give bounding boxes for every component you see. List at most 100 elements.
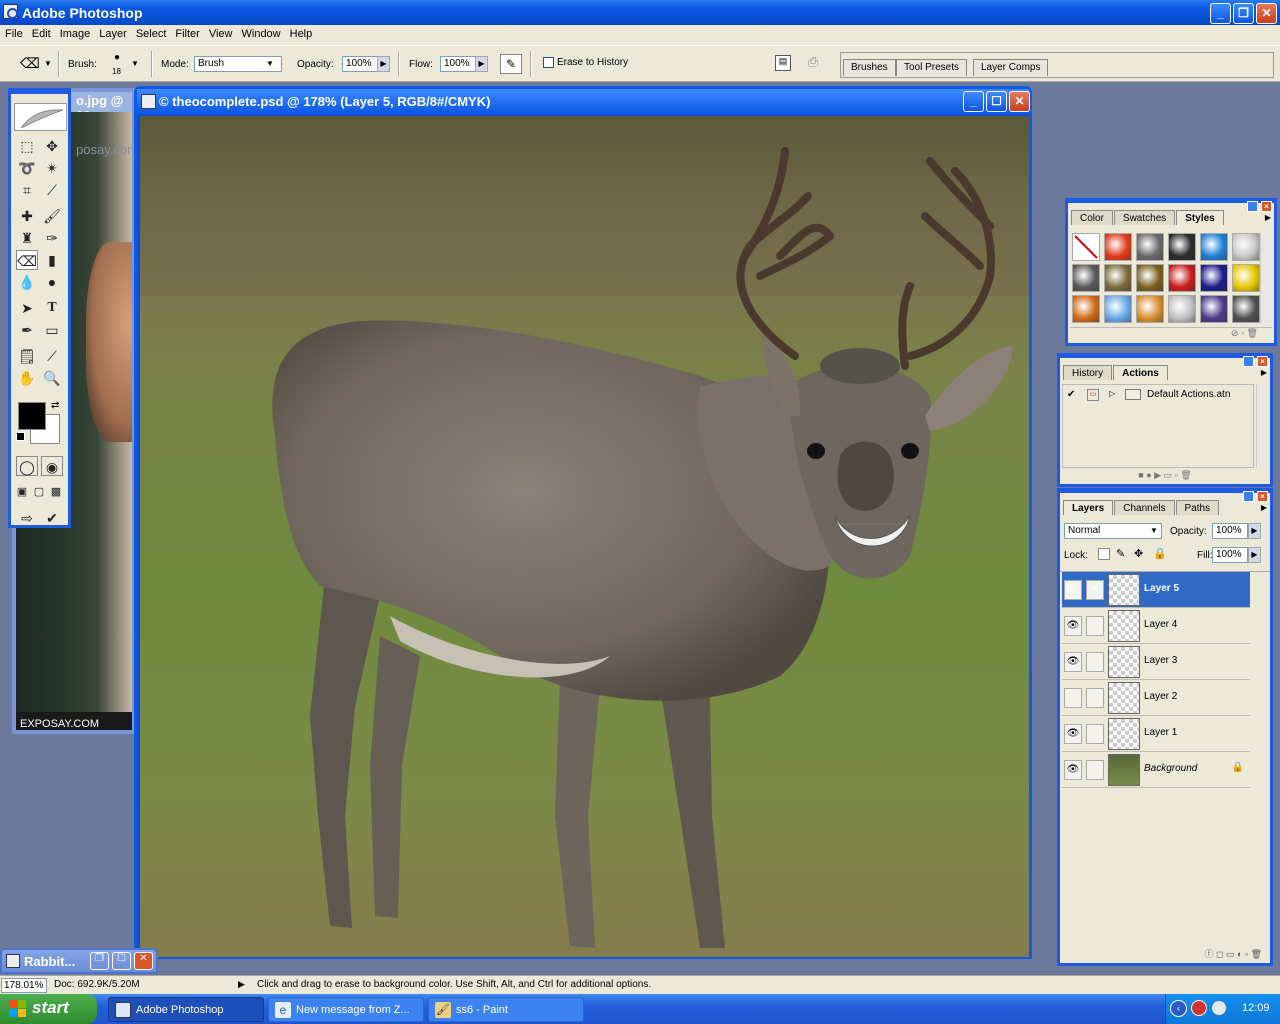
edit-in-imageready-icon[interactable]: ✔: [41, 508, 63, 528]
actions-panel-minimize-button[interactable]: [1243, 356, 1254, 367]
style-preset-cell[interactable]: [1104, 264, 1132, 292]
style-preset-cell[interactable]: [1168, 264, 1196, 292]
menu-filter[interactable]: Filter: [170, 25, 203, 40]
layer-link-brush-icon[interactable]: ✎: [1086, 580, 1104, 600]
tab-swatches[interactable]: Swatches: [1113, 210, 1176, 225]
doc-minimize-button[interactable]: _: [963, 91, 984, 112]
layers-panel-minimize-button[interactable]: [1243, 491, 1254, 502]
style-preset-cell[interactable]: [1072, 295, 1100, 323]
clock[interactable]: 12:09: [1242, 1002, 1270, 1014]
task-new-message[interactable]: e New message from Z...: [268, 997, 424, 1022]
dodge-tool-icon[interactable]: ●: [41, 272, 63, 292]
doc-maximize-button[interactable]: ☐: [986, 91, 1007, 112]
preset-dropdown-arrow-icon[interactable]: ▼: [44, 59, 52, 68]
menu-edit[interactable]: Edit: [27, 25, 55, 40]
style-preset-cell[interactable]: [1136, 264, 1164, 292]
opacity-input[interactable]: 100%: [342, 56, 378, 72]
styles-panel-minimize-button[interactable]: [1247, 201, 1258, 212]
foreground-color-swatch[interactable]: [18, 402, 46, 430]
layer-row[interactable]: 👁 Layer 4: [1062, 608, 1250, 644]
blend-mode-dropdown-icon[interactable]: ▼: [1150, 526, 1158, 535]
layer-row[interactable]: 👁 Layer 1: [1062, 716, 1250, 752]
clone-stamp-icon[interactable]: ♜: [16, 228, 38, 248]
minimized-document[interactable]: Rabbit... ❐ ☐ ✕: [0, 948, 158, 974]
airbrush-icon[interactable]: ✎: [500, 54, 522, 74]
tab-actions[interactable]: Actions: [1113, 365, 1168, 380]
palette-tab-layer-comps[interactable]: Layer Comps: [973, 59, 1049, 76]
app-close-button[interactable]: ✕: [1256, 3, 1277, 24]
action-check-icon[interactable]: ✔: [1067, 389, 1075, 400]
palette-tab-brushes[interactable]: Brushes: [843, 59, 896, 76]
style-preset-cell[interactable]: [1200, 233, 1228, 261]
layer-link-brush-icon[interactable]: [1086, 616, 1104, 636]
tab-history[interactable]: History: [1063, 365, 1113, 380]
task-adobe-photoshop[interactable]: Adobe Photoshop: [108, 997, 264, 1022]
action-set-name[interactable]: Default Actions.atn: [1147, 389, 1230, 400]
screen-mode-full-menu-icon[interactable]: ▢: [31, 482, 47, 502]
layer-visibility-eye-icon[interactable]: 👁: [1064, 616, 1082, 636]
standard-mode-icon[interactable]: ◯: [16, 456, 38, 476]
style-preset-cell[interactable]: [1168, 233, 1196, 261]
jump-to-imageready-icon[interactable]: ⇨: [16, 508, 38, 528]
style-preset-cell[interactable]: [1232, 295, 1260, 323]
layer-visibility-eye-icon[interactable]: 👁: [1064, 760, 1082, 780]
menu-file[interactable]: File: [0, 25, 27, 40]
document-title-bar[interactable]: © theocomplete.psd @ 178% (Layer 5, RGB/…: [137, 89, 1030, 115]
lock-all-icon[interactable]: 🔒: [1153, 547, 1167, 560]
layer-link-brush-icon[interactable]: [1086, 688, 1104, 708]
magic-wand-icon[interactable]: ✴: [41, 158, 63, 178]
printer-icon[interactable]: ⎙: [808, 54, 828, 72]
layer-link-brush-icon[interactable]: [1086, 724, 1104, 744]
layer-row[interactable]: 👁 Layer 3: [1062, 644, 1250, 680]
menu-layer[interactable]: Layer: [94, 25, 131, 40]
layer-opacity-arrow-icon[interactable]: ▶: [1248, 523, 1261, 539]
style-preset-cell[interactable]: [1136, 233, 1164, 261]
opacity-arrow-icon[interactable]: ▶: [377, 56, 390, 72]
doc-close-button[interactable]: ✕: [1009, 91, 1030, 112]
task-paint[interactable]: 🖌 ss6 - Paint: [428, 997, 584, 1022]
tab-paths[interactable]: Paths: [1175, 500, 1220, 515]
layer-visibility-eye-icon[interactable]: 👁: [1064, 580, 1082, 600]
notes-tool-icon[interactable]: 🗒: [16, 346, 38, 366]
style-preset-cell[interactable]: [1136, 295, 1164, 323]
layer-row[interactable]: 👁 Background 🔒: [1062, 752, 1250, 788]
layers-panel-close-button[interactable]: ×: [1257, 491, 1268, 502]
hand-tool-icon[interactable]: ✋: [16, 368, 38, 388]
menu-image[interactable]: Image: [55, 25, 95, 40]
default-colors-icon[interactable]: [16, 432, 25, 441]
minimized-doc-maximize-button[interactable]: ☐: [112, 952, 131, 970]
file-browser-icon[interactable]: ▤: [775, 55, 791, 71]
brush-preview-icon[interactable]: ●: [110, 52, 124, 66]
swap-colors-icon[interactable]: ⇄: [51, 400, 59, 411]
layer-row[interactable]: Layer 2: [1062, 680, 1250, 716]
layers-panel-menu-icon[interactable]: ▶: [1261, 503, 1267, 512]
layer-visibility-eye-icon[interactable]: 👁: [1064, 652, 1082, 672]
style-preset-cell[interactable]: [1200, 295, 1228, 323]
flow-arrow-icon[interactable]: ▶: [475, 56, 488, 72]
shape-tool-icon[interactable]: ▭: [41, 320, 63, 340]
layer-visibility-eye-icon[interactable]: 👁: [1064, 724, 1082, 744]
blur-tool-icon[interactable]: 💧: [16, 272, 38, 292]
lock-transparency-icon[interactable]: [1098, 548, 1110, 560]
action-expand-icon[interactable]: ▷: [1109, 389, 1115, 398]
actions-scrollbar[interactable]: [1256, 384, 1268, 468]
menu-view[interactable]: View: [204, 25, 237, 40]
tab-color[interactable]: Color: [1071, 210, 1113, 225]
menu-select[interactable]: Select: [131, 25, 171, 40]
quick-mask-icon[interactable]: ◉: [41, 456, 63, 476]
lasso-tool-icon[interactable]: ➰: [16, 158, 38, 178]
tray-expand-icon[interactable]: ‹: [1170, 1000, 1187, 1017]
lock-position-icon[interactable]: ✥: [1134, 547, 1143, 560]
palette-tab-tool-presets[interactable]: Tool Presets: [896, 59, 968, 76]
tab-layers[interactable]: Layers: [1063, 500, 1114, 515]
minimized-doc-restore-button[interactable]: ❐: [90, 952, 109, 970]
mode-dropdown-arrow-icon[interactable]: ▼: [266, 59, 274, 68]
type-tool-icon[interactable]: T: [41, 298, 63, 318]
styles-panel-menu-icon[interactable]: ▶: [1265, 213, 1271, 222]
actions-panel-menu-icon[interactable]: ▶: [1261, 368, 1267, 377]
fill-input[interactable]: 100%: [1212, 547, 1248, 563]
eraser-tool-icon[interactable]: ⌫: [16, 250, 38, 270]
start-button[interactable]: start: [0, 994, 97, 1024]
minimized-doc-close-button[interactable]: ✕: [134, 952, 153, 970]
tab-channels[interactable]: Channels: [1114, 500, 1175, 515]
